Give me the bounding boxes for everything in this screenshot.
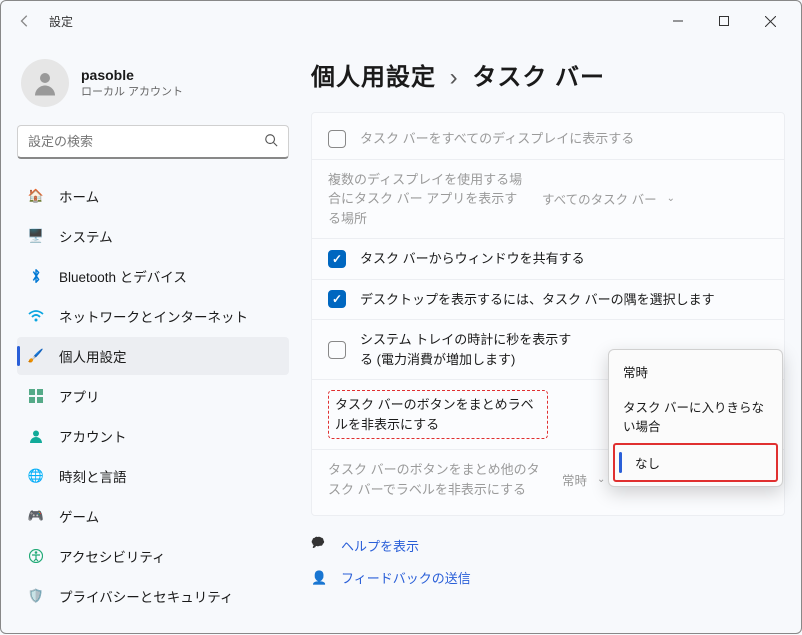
chevron-down-icon: ⌄ [667, 193, 675, 204]
popup-option-overflow[interactable]: タスク バーに入りきらない場合 [613, 389, 778, 443]
profile-name: pasoble [81, 67, 183, 83]
breadcrumb: 個人用設定 › タスク バー [311, 57, 785, 92]
nav-accounts[interactable]: アカウント [17, 417, 289, 455]
nav-gaming[interactable]: 🎮ゲーム [17, 497, 289, 535]
chevron-right-icon: › [450, 64, 459, 91]
nav-apps[interactable]: アプリ [17, 377, 289, 415]
nav-network[interactable]: ネットワークとインターネット [17, 297, 289, 335]
breadcrumb-leaf: タスク バー [472, 64, 605, 91]
brush-icon: 🖌️ [27, 348, 45, 364]
home-icon: 🏠 [27, 188, 45, 204]
row-show-all-displays: タスク バーをすべてのディスプレイに表示する [312, 119, 784, 159]
nav-accessibility[interactable]: アクセシビリティ [17, 537, 289, 575]
popup-option-always[interactable]: 常時 [613, 354, 778, 389]
bluetooth-icon [27, 268, 45, 284]
breadcrumb-root[interactable]: 個人用設定 [311, 64, 436, 91]
feedback-link[interactable]: 👤 フィードバックの送信 [311, 568, 785, 587]
window-title: 設定 [49, 13, 73, 30]
chevron-down-icon: ⌄ [597, 474, 605, 485]
footer-links: 🗭 ヘルプを表示 👤 フィードバックの送信 [311, 534, 785, 587]
row-desktop-corner[interactable]: デスクトップを表示するには、タスク バーの隅を選択します [312, 280, 784, 320]
search-icon [264, 133, 278, 150]
feedback-icon: 👤 [311, 570, 329, 586]
search-input[interactable] [28, 134, 264, 149]
person-icon [27, 429, 45, 443]
window-controls [655, 5, 793, 37]
profile-block[interactable]: pasoble ローカル アカウント [17, 51, 289, 125]
dropdown-multi-display: すべてのタスク バー ⌄ [542, 189, 675, 208]
apps-icon [27, 389, 45, 403]
shield-icon: 🛡️ [27, 588, 45, 604]
profile-subtitle: ローカル アカウント [81, 83, 183, 99]
nav-time[interactable]: 🌐時刻と言語 [17, 457, 289, 495]
help-icon: 🗭 [311, 534, 329, 556]
nav-personalization[interactable]: 🖌️個人用設定 [17, 337, 289, 375]
wifi-icon [27, 310, 45, 322]
accessibility-icon [27, 549, 45, 563]
checkbox-desktop-corner[interactable] [328, 290, 346, 308]
help-link[interactable]: 🗭 ヘルプを表示 [311, 534, 785, 556]
nav-list: 🏠ホーム 🖥️システム Bluetooth とデバイス ネットワークとインターネ… [17, 177, 289, 615]
main-content: 個人用設定 › タスク バー タスク バーをすべてのディスプレイに表示する 複数… [301, 41, 801, 635]
nav-bluetooth[interactable]: Bluetooth とデバイス [17, 257, 289, 295]
minimize-button[interactable] [655, 5, 701, 37]
checkbox-show-all [328, 130, 346, 148]
checkbox-share-window[interactable] [328, 250, 346, 268]
nav-home[interactable]: 🏠ホーム [17, 177, 289, 215]
avatar [21, 59, 69, 107]
system-icon: 🖥️ [27, 228, 45, 244]
row-multi-display: 複数のディスプレイを使用する場合にタスク バー アプリを表示する場所 すべてのタ… [312, 160, 784, 239]
highlighted-combine-labels: タスク バーのボタンをまとめラベルを非表示にする [328, 390, 548, 439]
dropdown-combine-other: 常時 ⌄ [562, 470, 605, 489]
back-button[interactable] [9, 5, 41, 37]
popup-option-none[interactable]: なし [613, 443, 778, 482]
game-icon: 🎮 [27, 508, 45, 524]
close-button[interactable] [747, 5, 793, 37]
dropdown-popup: 常時 タスク バーに入りきらない場合 なし [608, 349, 783, 487]
maximize-button[interactable] [701, 5, 747, 37]
globe-icon: 🌐 [27, 468, 45, 484]
search-box[interactable] [17, 125, 289, 159]
row-share-window[interactable]: タスク バーからウィンドウを共有する [312, 239, 784, 279]
checkbox-show-seconds[interactable] [328, 341, 346, 359]
titlebar: 設定 [1, 1, 801, 41]
nav-privacy[interactable]: 🛡️プライバシーとセキュリティ [17, 577, 289, 615]
nav-system[interactable]: 🖥️システム [17, 217, 289, 255]
sidebar: pasoble ローカル アカウント 🏠ホーム 🖥️システム Bluetooth… [1, 41, 301, 635]
